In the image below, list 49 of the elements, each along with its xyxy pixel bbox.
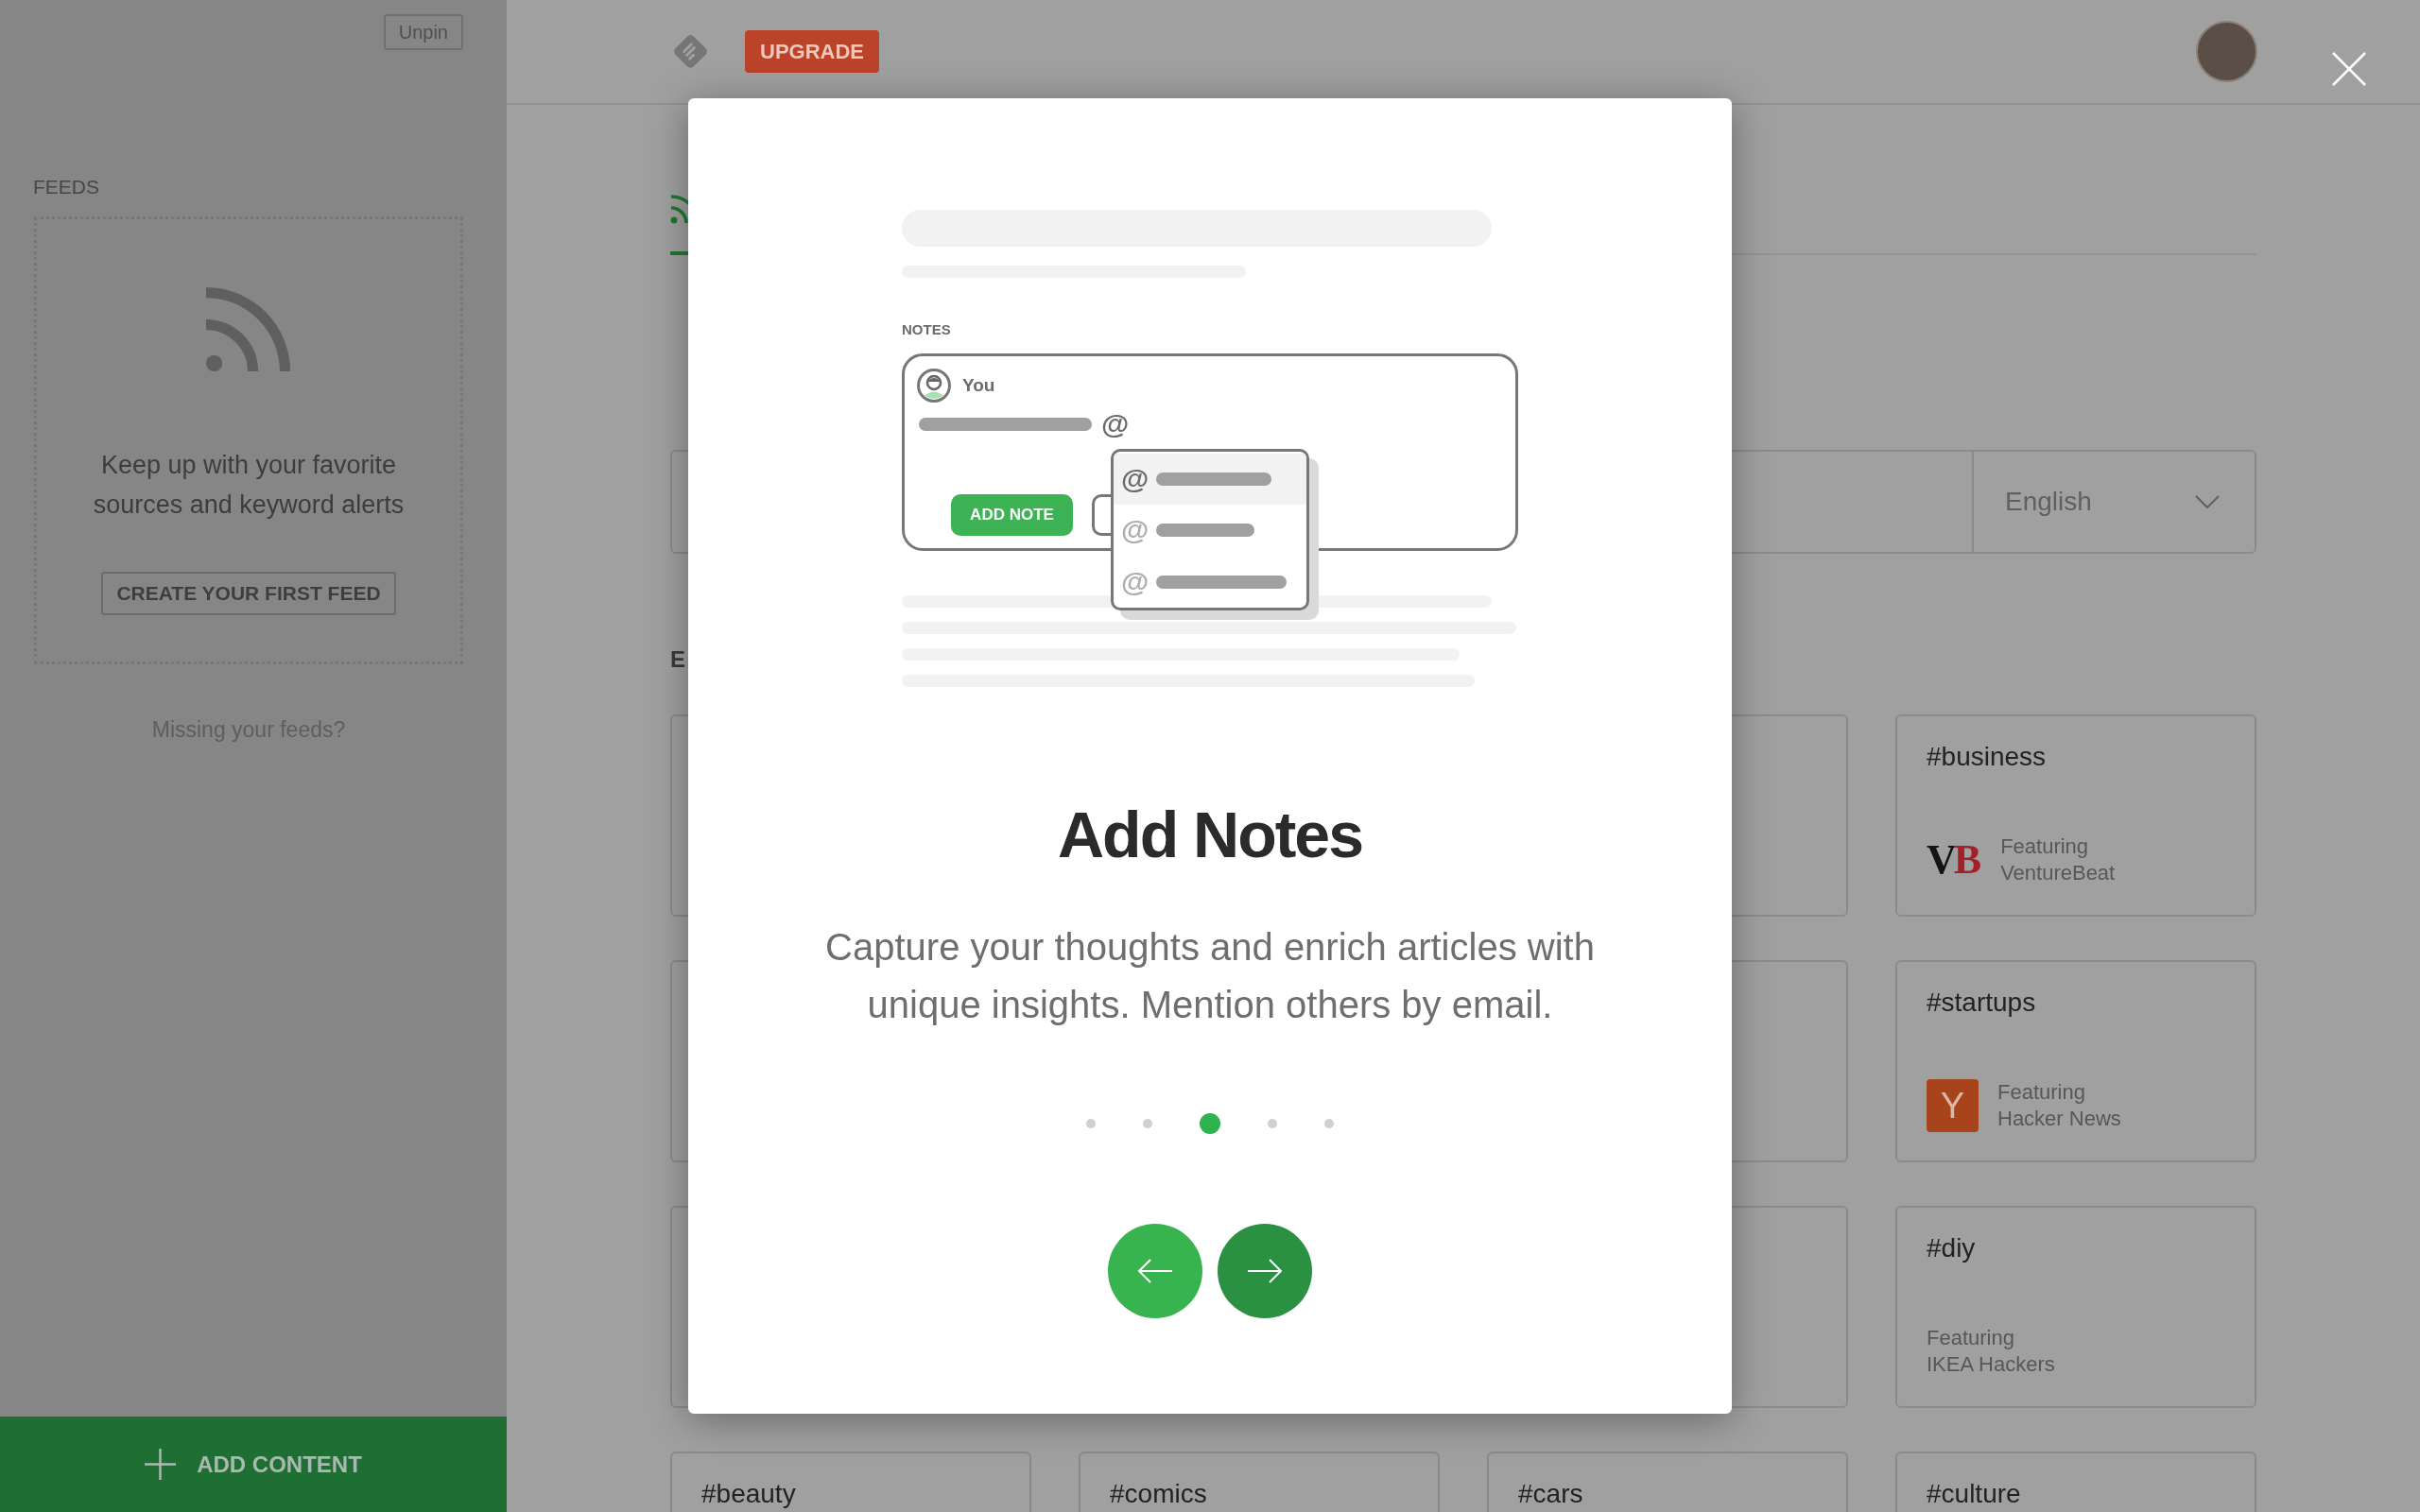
chevron-down-icon xyxy=(2195,495,2220,508)
card-title: #comics xyxy=(1110,1478,1207,1510)
rss-icon xyxy=(670,193,688,224)
pagination-dot[interactable] xyxy=(1200,1113,1220,1134)
author-name: You xyxy=(962,375,995,396)
dialog-title: Add Notes xyxy=(1058,798,1362,872)
source-name: IKEA Hackers xyxy=(1927,1351,2055,1378)
featuring-label: Featuring xyxy=(1997,1079,2085,1106)
pagination-dot[interactable] xyxy=(1143,1119,1152,1128)
topic-card[interactable]: #business VB Featuring VentureBeat xyxy=(1895,714,2256,917)
upgrade-button[interactable]: UPGRADE xyxy=(745,30,879,73)
card-title: #culture xyxy=(1927,1478,2021,1510)
topic-card[interactable]: #culture xyxy=(1895,1452,2256,1512)
topic-card[interactable]: #comics xyxy=(1079,1452,1440,1512)
section-title: FEEDS xyxy=(33,176,99,198)
topic-card[interactable]: #startups Y Featuring Hacker News xyxy=(1895,960,2256,1162)
section-heading: E xyxy=(670,645,685,674)
card-title: #diy xyxy=(1927,1232,1976,1264)
topic-card[interactable]: #cars xyxy=(1487,1452,1848,1512)
arrow-left-icon xyxy=(1137,1258,1173,1284)
card-title: #startups xyxy=(1927,987,2036,1019)
topic-card[interactable]: #beauty xyxy=(670,1452,1031,1512)
close-icon xyxy=(2332,52,2366,86)
card-title: #cars xyxy=(1518,1478,1583,1510)
mention-symbol: @ xyxy=(1121,517,1150,544)
rss-icon xyxy=(205,285,292,371)
mention-symbol: @ xyxy=(1121,466,1150,493)
mention-symbol: @ xyxy=(1101,411,1130,438)
source-name: VentureBeat xyxy=(2000,860,2116,886)
plus-icon xyxy=(145,1449,177,1480)
pagination-dot[interactable] xyxy=(1268,1119,1277,1128)
featuring-label: Featuring xyxy=(1927,1325,2014,1351)
card-title: #business xyxy=(1927,741,2047,773)
featuring-label: Featuring xyxy=(2000,833,2089,860)
topic-card[interactable]: #diy Featuring IKEA Hackers xyxy=(1895,1206,2256,1408)
source-logo: Y xyxy=(1927,1079,1979,1132)
source-name: Hacker News xyxy=(1997,1106,2121,1132)
pagination-dot[interactable] xyxy=(1086,1119,1096,1128)
notes-label: NOTES xyxy=(902,321,951,338)
dialog-description: Capture your thoughts and enrich articles with unique insights. Mention others by email. xyxy=(824,925,1596,1027)
user-icon xyxy=(917,369,951,403)
arrow-right-icon xyxy=(1247,1258,1283,1284)
add-content-button[interactable]: ADD CONTENT xyxy=(0,1417,507,1512)
empty-state-message: Keep up with your favorite sources and keyword alerts xyxy=(92,450,406,521)
close-button[interactable] xyxy=(2332,52,2366,86)
pagination-dot[interactable] xyxy=(1324,1119,1334,1128)
mention-symbol: @ xyxy=(1121,568,1150,595)
add-note-graphic: ADD NOTE xyxy=(951,494,1073,536)
card-title: #beauty xyxy=(701,1478,796,1510)
